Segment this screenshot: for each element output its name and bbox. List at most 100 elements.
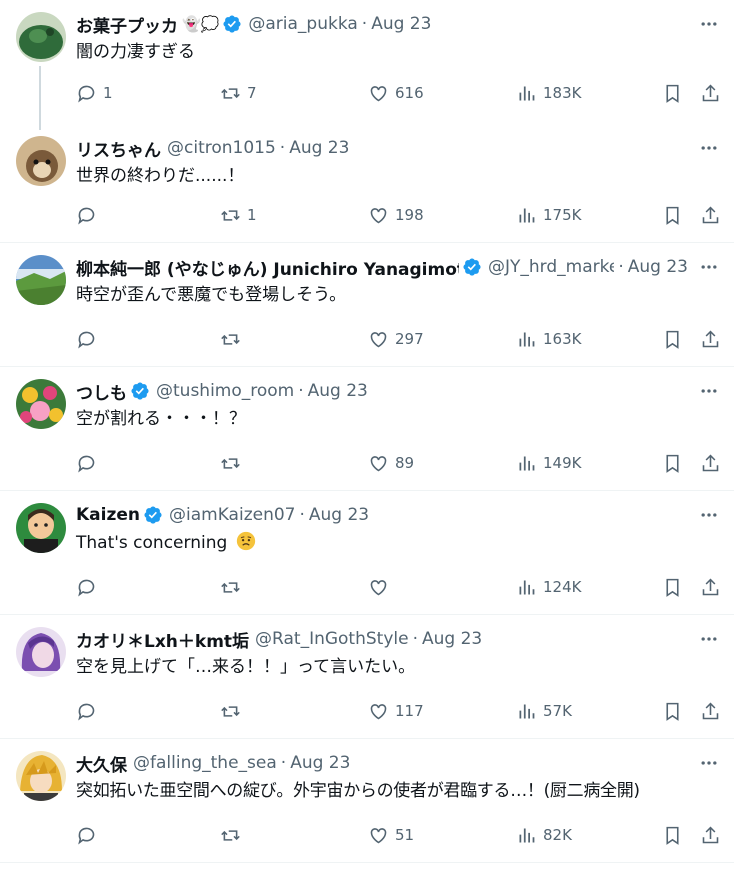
avatar[interactable] [16, 12, 66, 62]
share-button[interactable] [700, 699, 721, 723]
more-options-icon[interactable] [698, 753, 720, 773]
bookmark-button[interactable] [662, 575, 683, 599]
views-button[interactable]: 57K [516, 699, 572, 723]
tweet-header: カオリ＊Lxh＋kmt垢 @Rat_InGothStyle · Aug 23 [76, 627, 688, 651]
retweet-button[interactable] [220, 451, 247, 475]
views-button[interactable]: 124K [516, 575, 581, 599]
views-icon [519, 704, 535, 718]
avatar[interactable] [16, 255, 66, 305]
views-icon [519, 86, 535, 100]
more-options-icon[interactable] [698, 629, 720, 649]
bookmark-button[interactable] [662, 327, 683, 351]
avatar[interactable] [16, 503, 66, 553]
display-name[interactable]: お菓子プッカ [76, 12, 178, 37]
display-name[interactable]: 柳本純一郎 (やなじゅん) Junichiro Yanagimoto [76, 255, 459, 280]
views-button[interactable]: 82K [516, 823, 572, 847]
more-options-icon[interactable] [698, 381, 720, 401]
retweet-icon [221, 457, 240, 469]
share-button[interactable] [700, 823, 721, 847]
like-button[interactable]: 616 [368, 81, 424, 105]
like-button[interactable]: 89 [368, 451, 414, 475]
tweet-date[interactable]: Aug 23 [290, 753, 350, 773]
tweet[interactable]: つしも @tushimo_room · Aug 23 空が割れる・・・！？ 89 [0, 367, 734, 491]
bookmark-button[interactable] [662, 699, 683, 723]
reply-button[interactable] [76, 327, 103, 351]
retweet-button[interactable] [220, 327, 247, 351]
share-button[interactable] [700, 203, 721, 227]
tweet[interactable]: Kaizen @iamKaizen07 · Aug 23 That's conc… [0, 491, 734, 615]
retweet-button[interactable]: 7 [220, 81, 257, 105]
handle[interactable]: @aria_pukka [248, 14, 357, 34]
views-button[interactable]: 163K [516, 327, 581, 351]
display-name[interactable]: カオリ＊Lxh＋kmt垢 [76, 627, 249, 652]
tweet-date[interactable]: Aug 23 [309, 505, 369, 525]
separator-dot: · [280, 753, 287, 773]
avatar[interactable] [16, 751, 66, 801]
handle[interactable]: @Rat_InGothStyle [255, 629, 409, 649]
avatar[interactable] [16, 379, 66, 429]
more-options-icon[interactable] [698, 14, 720, 34]
display-name[interactable]: Kaizen [76, 505, 140, 525]
separator-dot: · [412, 629, 418, 649]
retweet-button[interactable] [220, 699, 247, 723]
tweet-date[interactable]: Aug 23 [289, 138, 349, 158]
reply-button[interactable] [76, 203, 103, 227]
view-count: 124K [543, 578, 582, 596]
views-icon [519, 456, 535, 470]
handle[interactable]: @iamKaizen07 [169, 505, 295, 525]
view-count: 175K [543, 206, 582, 224]
flowers-avatar-icon [16, 379, 66, 429]
view-count: 82K [543, 826, 572, 844]
handle[interactable]: @tushimo_room [156, 381, 294, 401]
reply-button[interactable] [76, 575, 103, 599]
avatar[interactable] [16, 136, 66, 186]
retweet-icon [221, 829, 240, 841]
retweet-button[interactable] [220, 575, 247, 599]
tweet[interactable]: 柳本純一郎 (やなじゅん) Junichiro Yanagimoto @JY_h… [0, 243, 734, 367]
views-button[interactable]: 175K [516, 203, 581, 227]
like-button[interactable]: 297 [368, 327, 424, 351]
reply-icon [78, 331, 95, 348]
tweet-date[interactable]: Aug 23 [308, 381, 368, 401]
reply-button[interactable]: 1 [76, 81, 113, 105]
like-button[interactable] [368, 575, 395, 599]
more-options-icon[interactable] [698, 505, 720, 525]
like-button[interactable]: 198 [368, 203, 424, 227]
tweet[interactable]: リスちゃん @citron1015 · Aug 23 世界の終わりだ......… [0, 124, 734, 243]
bookmark-button[interactable] [662, 203, 683, 227]
retweet-button[interactable] [220, 823, 247, 847]
views-button[interactable]: 183K [516, 81, 581, 105]
reply-button[interactable] [76, 451, 103, 475]
handle[interactable]: @falling_the_sea [133, 753, 277, 773]
handle[interactable]: @citron1015 [167, 138, 276, 158]
share-button[interactable] [700, 81, 721, 105]
share-button[interactable] [700, 327, 721, 351]
like-button[interactable]: 117 [368, 699, 424, 723]
more-options-icon[interactable] [698, 257, 720, 277]
tweet[interactable]: お菓子プッカ 👻💭 @aria_pukka · Aug 23 闇の力凄すぎる 1… [0, 0, 734, 130]
verified-badge-icon [131, 382, 149, 400]
tweet-header: Kaizen @iamKaizen07 · Aug 23 [76, 503, 688, 527]
views-button[interactable]: 149K [516, 451, 581, 475]
tweet-date[interactable]: Aug 23 [422, 629, 482, 649]
tweet[interactable]: 大久保 @falling_the_sea · Aug 23 突如拓いた亜空間への… [0, 739, 734, 863]
tweet[interactable]: カオリ＊Lxh＋kmt垢 @Rat_InGothStyle · Aug 23 空… [0, 615, 734, 739]
avatar[interactable] [16, 627, 66, 677]
display-name[interactable]: つしも [76, 379, 127, 404]
reply-button[interactable] [76, 823, 103, 847]
share-button[interactable] [700, 575, 721, 599]
display-name[interactable]: 大久保 [76, 751, 127, 776]
tweet-date[interactable]: Aug 23 [371, 14, 431, 34]
tweet-text: That's concerning [76, 533, 228, 553]
bookmark-button[interactable] [662, 823, 683, 847]
more-options-icon[interactable] [698, 138, 720, 158]
retweet-button[interactable]: 1 [220, 203, 257, 227]
bookmark-button[interactable] [662, 81, 683, 105]
handle[interactable]: @JY_hrd_marke [488, 257, 614, 277]
share-button[interactable] [700, 451, 721, 475]
like-button[interactable]: 51 [368, 823, 414, 847]
display-name[interactable]: リスちゃん [76, 136, 161, 161]
tweet-date[interactable]: Aug 23 [628, 257, 688, 277]
reply-button[interactable] [76, 699, 103, 723]
bookmark-button[interactable] [662, 451, 683, 475]
